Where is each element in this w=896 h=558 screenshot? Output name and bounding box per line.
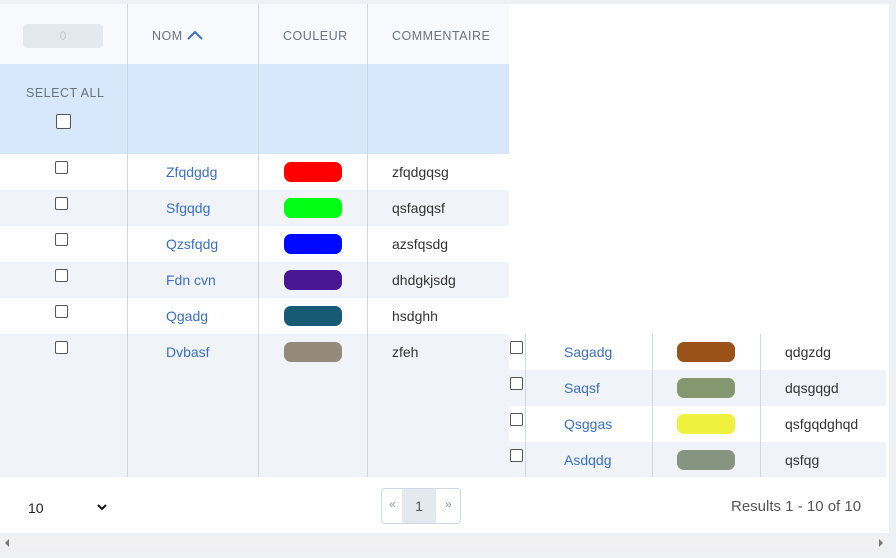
column-header-comment[interactable]: COMMENTAIRE xyxy=(392,29,490,43)
row-comment: dqsgqgd xyxy=(785,380,839,396)
color-swatch xyxy=(284,234,342,254)
row-checkbox[interactable] xyxy=(510,413,523,426)
color-swatch xyxy=(677,342,735,362)
select-all-checkbox[interactable] xyxy=(56,114,71,129)
column-header-name[interactable]: NOM xyxy=(152,29,183,43)
vertical-scrollbar[interactable] xyxy=(889,4,896,550)
row-checkbox[interactable] xyxy=(510,449,523,462)
select-all-row xyxy=(0,64,509,154)
color-swatch xyxy=(284,306,342,326)
row-checkbox[interactable] xyxy=(55,305,68,318)
row-name-link[interactable]: Sfgqdg xyxy=(166,200,210,216)
color-swatch xyxy=(677,450,735,470)
row-name-link[interactable]: Qsggas xyxy=(564,416,612,432)
row-name-link[interactable]: Fdn cvn xyxy=(166,272,216,288)
column-divider xyxy=(525,334,526,477)
scroll-right-icon[interactable] xyxy=(877,538,885,548)
row-comment: qdgzdg xyxy=(785,344,831,360)
row-checkbox[interactable] xyxy=(55,341,68,354)
row-comment: qsfqg xyxy=(785,452,820,468)
row-checkbox[interactable] xyxy=(55,161,68,174)
row-name-link[interactable]: Dvbasf xyxy=(166,344,210,360)
color-swatch xyxy=(284,162,342,182)
color-swatch xyxy=(284,342,342,362)
row-name-link[interactable]: Asdqdg xyxy=(564,452,611,468)
scroll-left-icon[interactable] xyxy=(3,538,11,548)
row-name-link[interactable]: Zfqdgdg xyxy=(166,164,217,180)
row-comment: hsdghh xyxy=(392,308,438,324)
column-header-color[interactable]: COULEUR xyxy=(283,29,348,43)
horizontal-scrollbar[interactable] xyxy=(0,536,889,550)
selected-count-badge: 0 xyxy=(23,24,103,48)
column-divider xyxy=(652,334,653,477)
pagination-prev[interactable]: « xyxy=(389,497,396,511)
row-checkbox[interactable] xyxy=(510,377,523,390)
column-divider xyxy=(258,4,259,477)
row-name-link[interactable]: Qgadg xyxy=(166,308,208,324)
column-divider xyxy=(760,334,761,477)
column-divider xyxy=(127,4,128,477)
color-swatch xyxy=(284,198,342,218)
row-checkbox[interactable] xyxy=(55,269,68,282)
row-comment: qsfagqsf xyxy=(392,200,445,216)
table-row[interactable] xyxy=(0,334,509,370)
color-swatch xyxy=(284,270,342,290)
color-swatch xyxy=(677,378,735,398)
pagination-current-page[interactable]: 1 xyxy=(402,489,436,523)
column-divider xyxy=(367,4,368,477)
row-checkbox[interactable] xyxy=(55,233,68,246)
row-comment: zfeh xyxy=(392,344,419,360)
row-name-link[interactable]: Saqsf xyxy=(564,380,600,396)
chevron-down-icon[interactable] xyxy=(97,503,107,511)
row-name-link[interactable]: Qzsfqdg xyxy=(166,236,218,252)
row-comment: zfqdgqsg xyxy=(392,164,449,180)
pagination-next[interactable]: » xyxy=(445,497,452,511)
row-comment: qsfgqdghqd xyxy=(785,416,859,432)
row-comment: dhdgkjsdg xyxy=(392,272,456,288)
row-checkbox[interactable] xyxy=(510,341,523,354)
chevron-up-icon[interactable] xyxy=(186,29,204,41)
results-count: Results 1 - 10 of 10 xyxy=(731,498,862,515)
row-comment: azsfqsdg xyxy=(392,236,449,252)
pagination: « 1 » xyxy=(381,488,461,524)
row-name-link[interactable]: Sagadg xyxy=(564,344,612,360)
row-checkbox[interactable] xyxy=(55,197,68,210)
color-swatch xyxy=(677,414,735,434)
select-all-label: SELECT ALL xyxy=(26,86,105,100)
